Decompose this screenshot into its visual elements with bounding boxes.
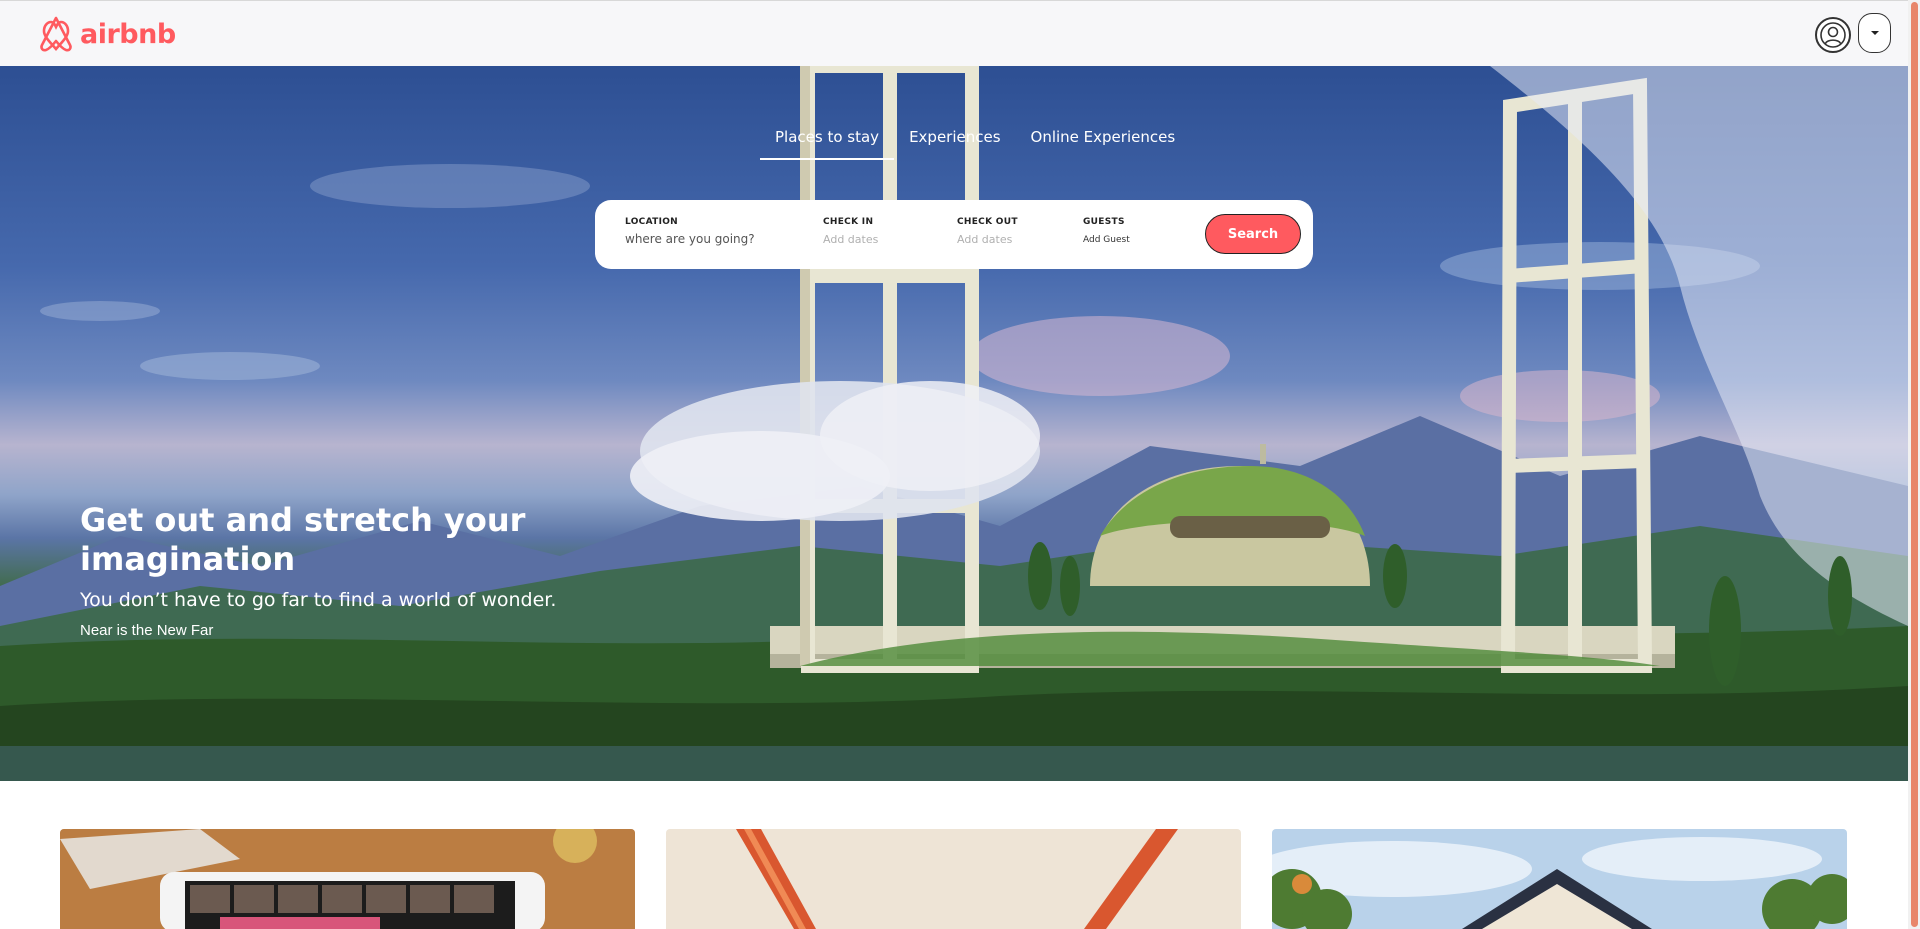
airbnb-home-page: airbnb Places to stay Experiences Online… <box>0 0 1920 929</box>
hero-title: Get out and stretch your imagination <box>80 501 526 578</box>
hero-subtitle: You don’t have to go far to find a world… <box>80 589 557 611</box>
card-cabin[interactable] <box>1272 829 1847 929</box>
stay-type-tabs: Places to stay Experiences Online Experi… <box>760 122 1190 160</box>
tab-online-experiences[interactable]: Online Experiences <box>1016 122 1191 160</box>
checkin-label: CHECK IN <box>823 217 874 227</box>
hammock-image <box>666 829 1241 929</box>
scrollbar-thumb[interactable] <box>1911 2 1918 927</box>
tab-experiences[interactable]: Experiences <box>894 122 1015 160</box>
hero-background-illustration <box>0 66 1908 781</box>
cabin-house-image <box>1272 829 1847 929</box>
guests-label: GUESTS <box>1083 217 1125 227</box>
tab-places-to-stay[interactable]: Places to stay <box>760 122 895 160</box>
guests-field[interactable]: GUESTS Add Guest <box>1083 217 1130 245</box>
checkin-value[interactable]: Add dates <box>823 233 878 246</box>
airbnb-belo-icon <box>40 16 72 52</box>
location-input[interactable] <box>625 232 775 246</box>
checkin-field[interactable]: CHECK IN Add dates <box>823 217 878 246</box>
hero-tagline: Near is the New Far <box>80 622 214 639</box>
profile-button[interactable] <box>1815 17 1851 53</box>
checkout-field[interactable]: CHECK OUT Add dates <box>957 217 1018 246</box>
hero-banner: Places to stay Experiences Online Experi… <box>0 66 1908 781</box>
card-online-experiences[interactable] <box>60 829 635 929</box>
top-navbar: airbnb <box>0 0 1908 66</box>
search-bar: LOCATION CHECK IN Add dates CHECK OUT Ad… <box>595 200 1313 269</box>
guests-value[interactable]: Add Guest <box>1083 235 1130 245</box>
hero-text-block: Get out and stretch your imagination You… <box>80 501 560 639</box>
search-button[interactable]: Search <box>1205 214 1301 254</box>
card-hammock[interactable] <box>666 829 1241 929</box>
location-field[interactable]: LOCATION <box>625 217 775 248</box>
checkout-value[interactable]: Add dates <box>957 233 1018 246</box>
user-circle-icon <box>1820 22 1846 48</box>
online-experience-video-call-image <box>60 829 635 929</box>
menu-dropdown-button[interactable] <box>1858 13 1891 53</box>
location-label: LOCATION <box>625 217 679 227</box>
caret-down-icon <box>1870 31 1879 35</box>
airbnb-logo[interactable]: airbnb <box>38 15 176 53</box>
logo-text: airbnb <box>80 18 176 50</box>
checkout-label: CHECK OUT <box>957 217 1018 227</box>
